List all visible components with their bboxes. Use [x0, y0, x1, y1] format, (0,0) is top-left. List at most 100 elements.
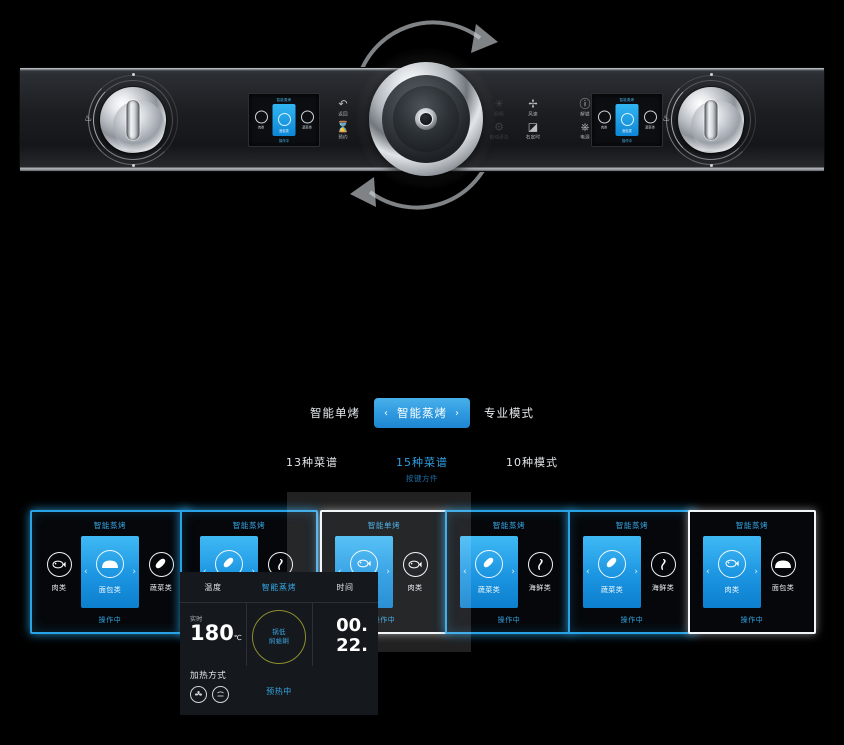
chevron-right-icon[interactable]: ›	[455, 408, 460, 419]
left-burner-knob[interactable]: ♨	[84, 72, 178, 167]
option-label: 蔬菜类	[149, 583, 173, 592]
screen-stage: ‹ 肉类 › 面包类	[690, 534, 814, 610]
back-arrow-icon: ↶	[338, 96, 348, 110]
detail-mode-header: 智能蒸烤	[261, 582, 297, 592]
mini-display-left-option[interactable]: 肉类	[251, 110, 271, 129]
fish-icon	[254, 110, 268, 123]
bread-icon	[770, 551, 796, 577]
option-right[interactable]: 肉类	[397, 551, 433, 593]
tab-smart-steam-roast[interactable]: ‹ 智能蒸烤 ›	[374, 398, 470, 428]
chevron-right-icon[interactable]: ›	[511, 567, 515, 577]
vegetable-icon	[148, 551, 174, 577]
display-screen-6[interactable]: 智能蒸烤 ‹ 肉类 › 面包类 操作中	[688, 510, 816, 634]
option-right[interactable]: 海鲜类	[645, 551, 681, 593]
option-right[interactable]: 海鲜类	[522, 551, 558, 593]
selected-label: 面包类	[98, 585, 122, 594]
count-label: 15种菜谱	[396, 456, 448, 469]
heating-method-icons	[190, 686, 229, 703]
option-right[interactable]: 蔬菜类	[143, 551, 179, 593]
touch-key-right-timer[interactable]: ◪ 右定时	[518, 122, 548, 142]
option-right[interactable]: 面包类	[765, 551, 801, 593]
rotary-control-knob[interactable]	[355, 48, 497, 190]
mini-display-title: 智能蒸烤	[619, 97, 635, 102]
flame-icon: ♨	[84, 113, 93, 124]
detail-vdivider-1	[246, 602, 247, 666]
fish-icon	[46, 551, 72, 577]
touch-key-reserve[interactable]: ⌛ 预约	[328, 122, 358, 142]
display-variant-strip: 智能蒸烤 肉类 ‹ 面包类 › 蔬菜类 操作中 智能蒸烤 ‹	[0, 510, 844, 645]
chevron-right-icon[interactable]: ›	[132, 567, 136, 577]
knob-dot-top	[709, 72, 713, 76]
knob-slot	[126, 99, 140, 140]
display-screen-5[interactable]: 智能蒸烤 ‹ 蔬菜类 › 海鲜类 操作中	[568, 510, 696, 634]
knob-center-dot	[420, 113, 432, 125]
option-label: 面包类	[771, 583, 795, 592]
screen-title: 智能蒸烤	[492, 521, 526, 530]
tab-professional-mode[interactable]: 专业模式	[470, 405, 548, 421]
mini-display-left-option[interactable]: 肉类	[594, 110, 614, 129]
cooking-detail-popup[interactable]: 温度 智能蒸烤 时间 实时 180℃ 锅低 焖蛤蜊 00. 22. 加热方式 预…	[180, 572, 378, 715]
preheat-status: 预热中	[266, 687, 292, 696]
bread-icon	[96, 549, 124, 578]
chevron-right-icon[interactable]: ›	[754, 567, 758, 577]
chevron-left-icon[interactable]: ‹	[586, 567, 590, 577]
screen-status: 操作中	[620, 616, 644, 624]
mini-display-title: 智能蒸烤	[276, 97, 292, 102]
vegetable-icon	[475, 549, 503, 578]
mini-center-label: 面包类	[622, 128, 632, 133]
option-left[interactable]: 肉类	[41, 551, 77, 593]
right-burner-knob[interactable]: ♨	[662, 72, 756, 167]
knob-dot-bottom	[131, 163, 135, 167]
appliance-top-section: ♨ 智能蒸烤 肉类 面包类 蔬菜类 操作中 ↶ 返回 ☀ 照明 ⌛ 预约 ⚙ 自…	[0, 0, 844, 240]
chevron-right-icon[interactable]: ›	[386, 567, 390, 577]
selected-option-card[interactable]: ‹ 面包类 ›	[81, 536, 139, 608]
selected-option-card[interactable]: ‹ 肉类 ›	[703, 536, 761, 608]
shrimp-icon	[527, 551, 553, 577]
vegetable-icon	[300, 110, 314, 123]
chevron-right-icon[interactable]: ›	[634, 567, 638, 577]
screen-stage: 肉类 ‹ 面包类 › 蔬菜类	[32, 534, 188, 610]
touch-key-label: 返回	[338, 111, 348, 117]
flame-icon: ♨	[662, 113, 671, 124]
detail-time-header: 时间	[336, 582, 354, 592]
mini-display-status: 操作中	[278, 138, 290, 143]
chevron-left-icon[interactable]: ‹	[706, 567, 710, 577]
tab-label: 智能蒸烤	[397, 406, 447, 420]
mini-display-selected-card[interactable]: 面包类	[615, 103, 639, 136]
chevron-left-icon[interactable]: ‹	[463, 567, 467, 577]
mini-display-right-option[interactable]: 蔬菜类	[297, 110, 317, 129]
touch-key-back[interactable]: ↶ 返回	[328, 98, 358, 118]
detail-divider	[180, 602, 378, 603]
fan-heat-icon[interactable]	[190, 686, 207, 703]
chevron-left-icon[interactable]: ‹	[84, 567, 88, 577]
right-timer-icon: ◪	[527, 120, 539, 134]
display-screen-1[interactable]: 智能蒸烤 肉类 ‹ 面包类 › 蔬菜类 操作中	[30, 510, 190, 634]
selected-option-card[interactable]: ‹ 蔬菜类 ›	[460, 536, 518, 608]
touch-key-label: 右定时	[525, 135, 541, 141]
touch-key-label: 预约	[338, 135, 348, 141]
vegetable-icon	[598, 549, 626, 578]
touch-key-fan-speed[interactable]: ✢ 风速	[518, 98, 548, 118]
top-heat-icon[interactable]	[212, 686, 229, 703]
time-minutes: 22.	[336, 634, 368, 656]
left-mini-display[interactable]: 智能蒸烤 肉类 面包类 蔬菜类 操作中	[248, 92, 320, 147]
dial-line-2: 焖蛤蜊	[268, 637, 290, 645]
right-touch-key-group: ✢ 风速 ⓘ 解锁 ◪ 右定时 ⎈ 电源	[518, 98, 600, 141]
mini-display-status: 操作中	[621, 138, 633, 143]
screen-stage: ‹ 蔬菜类 › 海鲜类	[570, 534, 694, 610]
tab-smart-single-roast[interactable]: 智能单烤	[296, 405, 374, 421]
display-screen-4[interactable]: 智能蒸烤 ‹ 蔬菜类 › 海鲜类 操作中	[445, 510, 573, 634]
recipe-dial[interactable]: 锅低 焖蛤蜊	[252, 610, 306, 664]
time-hours: 00.	[336, 615, 368, 636]
mini-display-right-option[interactable]: 蔬菜类	[640, 110, 660, 129]
screen-title: 智能蒸烤	[93, 521, 127, 530]
fan-icon: ✢	[528, 96, 538, 110]
selected-option-card[interactable]: ‹ 蔬菜类 ›	[583, 536, 641, 608]
selected-label: 蔬菜类	[600, 585, 624, 594]
mini-display-selected-card[interactable]: 面包类	[272, 103, 296, 136]
right-mini-display[interactable]: 智能蒸烤 肉类 面包类 蔬菜类 操作中	[591, 92, 663, 147]
option-label: 肉类	[51, 583, 67, 592]
detail-temperature-block: 实时 180℃	[190, 614, 242, 644]
detail-header-row: 温度 智能蒸烤 时间	[180, 572, 378, 602]
chevron-left-icon[interactable]: ‹	[384, 408, 389, 419]
